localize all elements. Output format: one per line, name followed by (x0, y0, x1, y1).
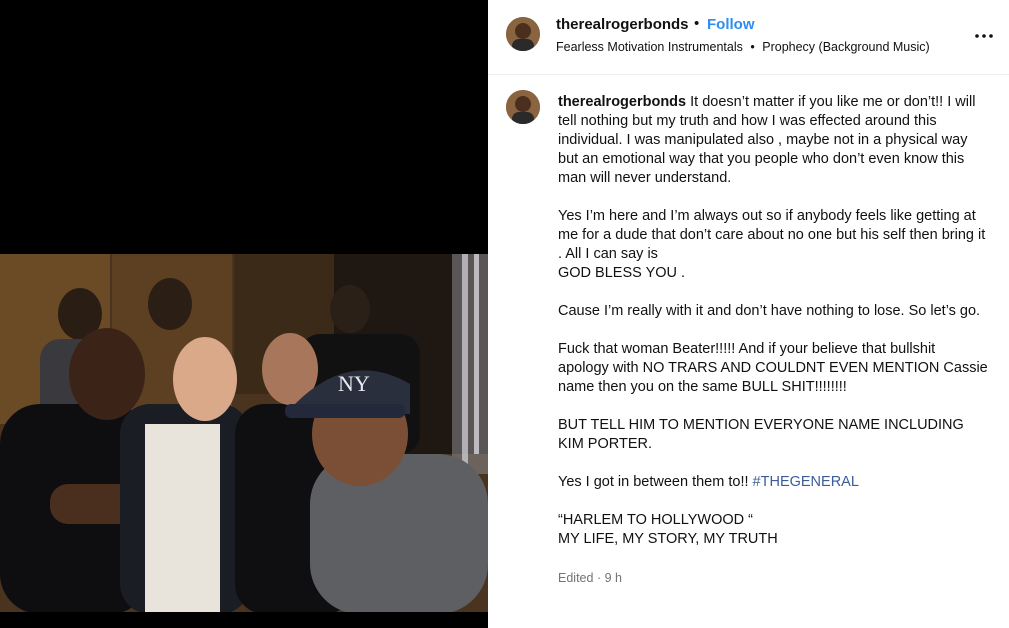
caption-text: BUT TELL HIM TO MENTION EVERYONE NAME IN… (558, 417, 964, 452)
caption-username[interactable]: therealrogerbonds (558, 94, 686, 110)
follow-button[interactable]: Follow (707, 16, 755, 33)
post-view: NY therealrogerbonds • Follow Fearless M… (0, 0, 1009, 628)
caption-paragraph: Yes I’m here and I’m always out so if an… (558, 207, 988, 283)
post-media[interactable]: NY (0, 0, 488, 628)
caption-avatar[interactable] (506, 90, 540, 124)
audio-artist[interactable]: Fearless Motivation Instrumentals (556, 40, 743, 54)
caption-paragraph: Fuck that woman Beater!!!!! And if your … (558, 340, 988, 397)
post-caption: therealrogerbonds It doesn’t matter if y… (558, 93, 988, 568)
post-header: therealrogerbonds • Follow Fearless Moti… (488, 0, 1009, 75)
caption-text: GOD BLESS YOU . (558, 265, 686, 281)
audio-attribution[interactable]: Fearless Motivation Instrumentals • Prop… (556, 40, 930, 54)
caption-text: Yes I’m here and I’m always out so if an… (558, 208, 986, 262)
header-separator: • (694, 15, 700, 32)
audio-track[interactable]: Prophecy (Background Music) (762, 40, 929, 54)
post-timestamp[interactable]: 9 h (605, 571, 622, 585)
meta-separator: · (596, 571, 602, 585)
author-username[interactable]: therealrogerbonds (556, 16, 689, 33)
caption-paragraph: Cause I’m really with it and don’t have … (558, 302, 988, 321)
post-sidebar: therealrogerbonds • Follow Fearless Moti… (488, 0, 1009, 628)
caption-paragraph: “HARLEM TO HOLLYWOOD “ MY LIFE, MY STORY,… (558, 511, 988, 549)
author-avatar[interactable] (506, 17, 540, 51)
caption-text: Yes I got in between them to!! (558, 474, 749, 490)
svg-text:NY: NY (338, 371, 370, 396)
more-horizontal-icon[interactable] (972, 24, 996, 48)
caption-text: Cause I’m really with it and don’t have … (558, 303, 981, 319)
caption-text: MY LIFE, MY STORY, MY TRUTH (558, 531, 778, 547)
caption-text: Fuck that woman Beater!!!!! And if your … (558, 341, 988, 395)
caption-paragraph: Yes I got in between them to!! #THEGENER… (558, 473, 988, 492)
edited-label: Edited (558, 571, 594, 585)
caption-text: “HARLEM TO HOLLYWOOD “ (558, 512, 753, 528)
caption-paragraph: BUT TELL HIM TO MENTION EVERYONE NAME IN… (558, 416, 988, 454)
audio-separator: • (750, 40, 755, 54)
hashtag-link[interactable]: #THEGENERAL (753, 474, 859, 490)
caption-paragraph: therealrogerbonds It doesn’t matter if y… (558, 93, 988, 188)
post-meta: Edited · 9 h (558, 571, 622, 585)
post-photo: NY (0, 254, 488, 612)
